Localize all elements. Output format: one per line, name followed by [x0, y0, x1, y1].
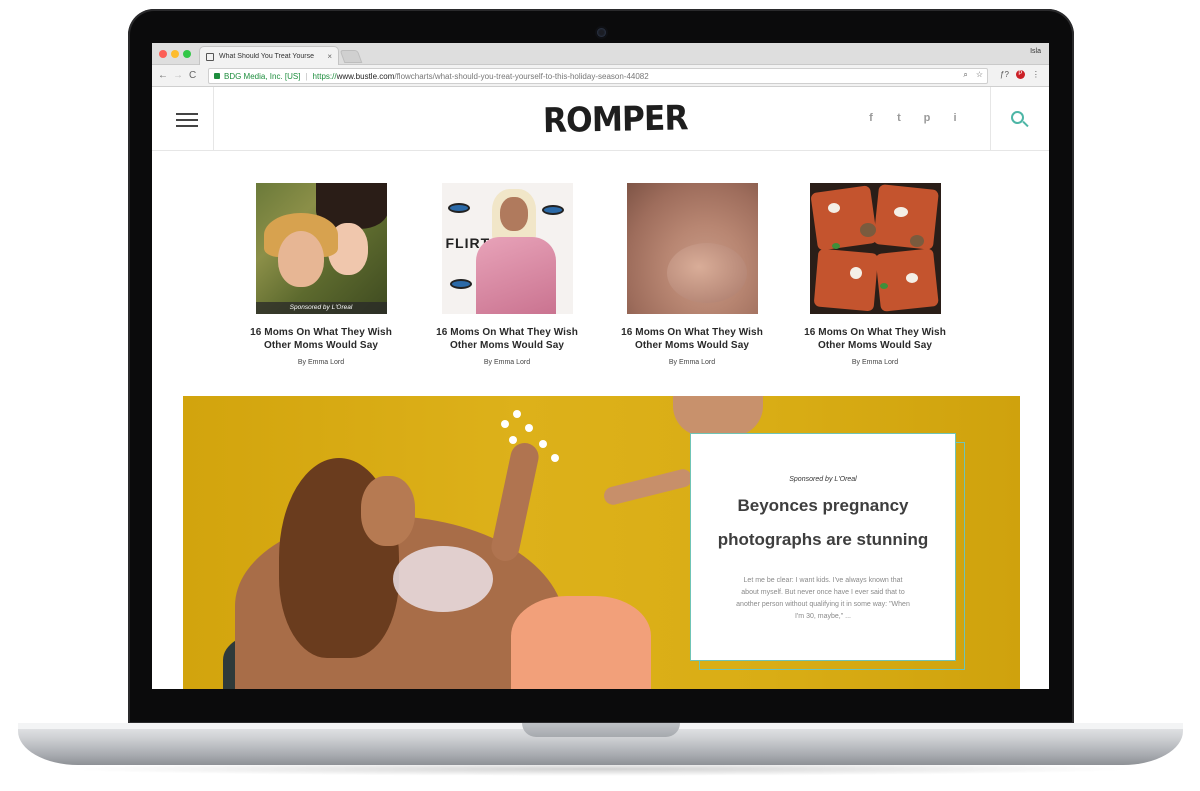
- webcam: [597, 28, 606, 37]
- article-thumbnail[interactable]: [626, 183, 758, 314]
- social-links: f t p i: [864, 111, 962, 125]
- laptop-notch: [522, 723, 680, 737]
- extension-icons: ƒ? P ⋮: [1000, 70, 1040, 79]
- pinterest-icon[interactable]: P: [1015, 70, 1025, 79]
- tab-bar: What Should You Treat Yourse × Isla: [152, 43, 1049, 66]
- article-card[interactable]: Sponsored by L'Oreal 16 Moms On What The…: [241, 183, 401, 366]
- article-title[interactable]: 16 Moms On What They Wish Other Moms Wou…: [612, 326, 772, 352]
- new-tab-button[interactable]: [339, 50, 363, 63]
- hero-card[interactable]: Sponsored by L'Oreal Beyonces pregnancy …: [690, 433, 956, 661]
- close-window-button[interactable]: [159, 50, 167, 58]
- page-icon: [206, 52, 214, 61]
- article-card[interactable]: 16 Moms On What They Wish Other Moms Wou…: [795, 183, 955, 366]
- address-bar[interactable]: BDG Media, Inc. [US] | https://www.bustl…: [208, 68, 988, 84]
- browser-tab[interactable]: What Should You Treat Yourse ×: [199, 46, 339, 66]
- hero-title-line: Beyonces pregnancy: [737, 496, 909, 515]
- url-path: /flowcharts/what-should-you-treat-yourse…: [394, 71, 649, 81]
- font-icon[interactable]: ƒ?: [1000, 70, 1009, 79]
- maximize-window-button[interactable]: [183, 50, 191, 58]
- article-author: By Emma Lord: [851, 359, 899, 366]
- hero-feature[interactable]: Sponsored by L'Oreal Beyonces pregnancy …: [183, 396, 1020, 689]
- article-card[interactable]: 16 Moms On What They Wish Other Moms Wou…: [612, 183, 772, 366]
- article-thumbnail[interactable]: [809, 183, 941, 314]
- article-card[interactable]: FLIRT 16 Moms On What They Wish Other Mo…: [427, 183, 587, 366]
- search-button[interactable]: [990, 87, 1049, 150]
- forward-button[interactable]: →: [173, 69, 183, 82]
- omnibox-icons: ⌕ ☆: [963, 70, 983, 80]
- article-title[interactable]: 16 Moms On What They Wish Other Moms Wou…: [427, 326, 587, 352]
- hero-title[interactable]: Beyonces pregnancy photographs are stunn…: [691, 489, 955, 557]
- tab-title: What Should You Treat Yourse: [219, 53, 314, 60]
- article-author: By Emma Lord: [483, 359, 531, 366]
- tab-close-icon[interactable]: ×: [327, 52, 332, 61]
- article-thumbnail[interactable]: FLIRT: [441, 183, 573, 314]
- profile-name[interactable]: Isla: [1030, 48, 1041, 55]
- separator: |: [305, 71, 308, 81]
- minimize-window-button[interactable]: [171, 50, 179, 58]
- sponsored-label: Sponsored by L'Oreal: [789, 476, 857, 483]
- sponsored-label: Sponsored by L'Oreal: [255, 302, 387, 314]
- secure-org-label: BDG Media, Inc. [US]: [224, 71, 301, 81]
- instagram-icon[interactable]: i: [948, 111, 962, 125]
- hero-excerpt: Let me be clear: I want kids. I've alway…: [736, 577, 910, 620]
- menu-icon[interactable]: ⋮: [1032, 70, 1040, 79]
- hero-title-line: photographs are stunning: [717, 530, 929, 549]
- site-logo[interactable]: ROMPER: [543, 98, 688, 141]
- lock-icon[interactable]: [214, 73, 220, 79]
- article-author: By Emma Lord: [668, 359, 716, 366]
- facebook-icon[interactable]: f: [864, 111, 878, 125]
- browser-toolbar: ← → C BDG Media, Inc. [US] | https://www…: [152, 65, 1049, 87]
- url-scheme: https://: [312, 71, 337, 81]
- site-header: ROMPER f t p i: [152, 87, 1049, 151]
- article-thumbnail[interactable]: Sponsored by L'Oreal: [255, 183, 387, 314]
- reload-button[interactable]: C: [189, 69, 196, 82]
- back-button[interactable]: ←: [158, 69, 168, 82]
- pinterest-icon[interactable]: p: [920, 111, 934, 125]
- screen: What Should You Treat Yourse × Isla ← → …: [152, 43, 1049, 689]
- url-host: www.bustle.com: [336, 71, 395, 81]
- zoom-icon[interactable]: ⌕: [963, 70, 967, 80]
- article-title[interactable]: 16 Moms On What They Wish Other Moms Wou…: [795, 326, 955, 352]
- article-title[interactable]: 16 Moms On What They Wish Other Moms Wou…: [241, 326, 401, 352]
- twitter-icon[interactable]: t: [892, 111, 906, 125]
- hamburger-menu-icon[interactable]: [152, 87, 214, 150]
- star-icon[interactable]: ☆: [976, 70, 983, 80]
- article-author: By Emma Lord: [297, 359, 345, 366]
